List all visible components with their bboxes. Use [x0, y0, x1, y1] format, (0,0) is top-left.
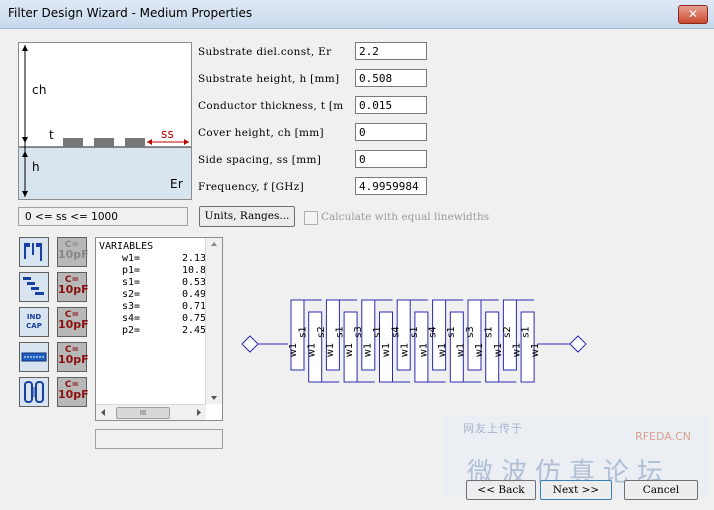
var-name: s4= — [122, 313, 141, 324]
layout-dimension-label: w1 — [437, 343, 448, 358]
cap-value: 10pF — [58, 248, 89, 261]
substrate-height-input[interactable]: 0.508 — [355, 69, 427, 87]
layout-dimension-label: s1 — [483, 326, 494, 338]
layout-dimension-label: w1 — [493, 343, 504, 358]
side-spacing-input[interactable]: 0 — [355, 150, 427, 168]
cap-value: 10pF — [58, 388, 89, 401]
layout-dimension-label: w1 — [362, 343, 373, 358]
window-title: Filter Design Wizard - Medium Properties — [8, 6, 253, 20]
watermark-uploader-text: 网友上传于 — [463, 422, 523, 435]
layout-dimension-label: w1 — [456, 343, 467, 358]
stepped-line-tool-icon[interactable] — [19, 272, 49, 302]
ch-label: ch — [32, 83, 47, 97]
substrate-er-input[interactable]: 2.2 — [355, 42, 427, 60]
vertical-scrollbar[interactable] — [205, 238, 222, 404]
capacitor-tool-4-icon[interactable]: C= 10pF — [57, 342, 89, 372]
title-bar: Filter Design Wizard - Medium Properties… — [0, 0, 714, 29]
layout-dimension-label: w1 — [530, 343, 541, 358]
status-field — [95, 429, 223, 449]
variables-panel[interactable]: VARIABLES w1= 2.13 p1= 10.8 s1= 0.53 s2=… — [95, 237, 223, 421]
resonator-tool-icon[interactable] — [19, 377, 49, 407]
layout-dimension-label: s2 — [502, 326, 513, 338]
var-name: s2= — [122, 289, 141, 300]
var-value: 10.8 — [182, 265, 207, 276]
var-name: p1= — [122, 265, 141, 276]
layout-dimension-label: w1 — [381, 343, 392, 358]
var-value: 0.71 — [182, 301, 207, 312]
input-port-icon — [241, 335, 259, 353]
var-name: w1= — [122, 253, 141, 264]
layout-dimension-label: w1 — [344, 343, 355, 358]
field-label-f: Frequency, f [GHz] — [198, 181, 304, 193]
ind-cap-tool-icon[interactable]: IND CAP — [19, 307, 49, 337]
cover-height-input[interactable]: 0 — [355, 123, 427, 141]
horizontal-scrollbar[interactable]: III — [96, 404, 206, 420]
layout-dimension-label: s1 — [335, 326, 346, 338]
var-value: 0.53 — [182, 277, 207, 288]
next-button[interactable]: Next >> — [540, 480, 612, 500]
capacitor-tool-5-icon[interactable]: C= 10pF — [57, 377, 89, 407]
var-name: s1= — [122, 277, 141, 288]
cancel-button[interactable]: Cancel — [624, 480, 698, 500]
layout-dimension-label: s1 — [372, 326, 383, 338]
transmission-line-tool-icon[interactable] — [19, 342, 49, 372]
close-button[interactable]: ✕ — [678, 5, 708, 24]
range-display: 0 <= ss <= 1000 — [18, 207, 188, 226]
layout-dimension-label: s3 — [465, 326, 476, 338]
equal-linewidths-label: Calculate with equal linewidths — [321, 211, 490, 223]
er-label: Er — [170, 177, 184, 191]
field-label-ch: Cover height, ch [mm] — [198, 127, 324, 139]
var-value: 0.49 — [182, 289, 207, 300]
var-value: 2.45 — [182, 325, 207, 336]
capacitor-tool-2-icon[interactable]: C= 10pF — [57, 272, 89, 302]
var-name: s3= — [122, 301, 141, 312]
layout-dimension-label: w1 — [307, 343, 318, 358]
coupled-line-tool-icon[interactable] — [19, 237, 49, 267]
conductor-thickness-input[interactable]: 0.015 — [355, 96, 427, 114]
units-ranges-button[interactable]: Units, Ranges... — [199, 206, 295, 227]
field-label-t: Conductor thickness, t [m — [198, 100, 344, 112]
cap-value: 10pF — [58, 318, 89, 331]
layout-dimension-label: s1 — [446, 326, 457, 338]
field-label-h: Substrate height, h [mm] — [198, 73, 340, 85]
layout-dimension-label: s1 — [297, 326, 308, 338]
back-button[interactable]: << Back — [466, 480, 536, 500]
layout-dimension-label: w1 — [474, 343, 485, 358]
layout-dimension-label: s4 — [428, 326, 439, 338]
medium-cross-section-diagram: ch t ss h Er — [18, 42, 192, 200]
var-name: p2= — [122, 325, 141, 336]
field-label-er: Substrate diel.const, Er — [198, 46, 332, 58]
cap-value: 10pF — [58, 353, 89, 366]
layout-dimension-label: s3 — [353, 326, 364, 338]
ind-cap-text: IND CAP — [26, 313, 42, 330]
cap-value: 10pF — [58, 283, 89, 296]
capacitor-tool-1-icon[interactable]: C= 10pF — [57, 237, 89, 267]
filter-layout-view: w1 s1 w1 s2 w1 s1 w1 s3 w1 s1 w1 s4 w1 s1 w1 s4 w1 s1 w1 s3… — [241, 299, 587, 383]
var-value: 0.75 — [182, 313, 207, 324]
frequency-input[interactable]: 4.9959984 — [355, 177, 427, 195]
watermark-site-text: RFEDA.CN — [635, 430, 691, 443]
capacitor-tool-3-icon[interactable]: C= 10pF — [57, 307, 89, 337]
layout-dimension-label: s1 — [409, 326, 420, 338]
variables-title: VARIABLES — [99, 241, 154, 252]
layout-dimension-label: w1 — [288, 343, 299, 358]
h-label: h — [32, 160, 40, 174]
layout-dimension-label: s4 — [390, 326, 401, 338]
t-label: t — [49, 128, 55, 142]
output-port-icon — [569, 335, 587, 353]
layout-dimension-label: s1 — [521, 326, 532, 338]
var-value: 2.13 — [182, 253, 207, 264]
layout-dimension-label: w1 — [511, 343, 522, 358]
layout-dimension-label: w1 — [400, 343, 411, 358]
layout-dimension-label: s2 — [316, 326, 327, 338]
layout-dimension-label: w1 — [325, 343, 336, 358]
scroll-thumb[interactable]: III — [116, 407, 170, 419]
field-label-ss: Side spacing, ss [mm] — [198, 154, 322, 166]
layout-dimension-label: w1 — [418, 343, 429, 358]
ss-label: ss — [161, 127, 175, 141]
equal-linewidths-checkbox[interactable] — [304, 211, 318, 225]
